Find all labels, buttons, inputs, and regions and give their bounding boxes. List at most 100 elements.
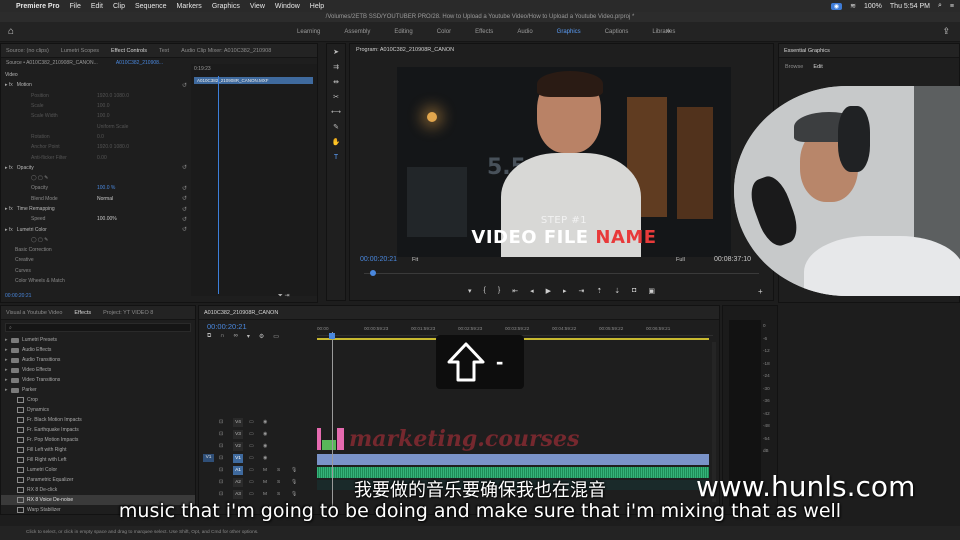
play-icon[interactable]: ▶ bbox=[546, 287, 551, 295]
mask-shape-icons[interactable]: ◯ ▢ ✎ bbox=[31, 237, 48, 243]
effect-row[interactable]: Opacity 100.0 % ↺ bbox=[1, 183, 189, 193]
reset-icon[interactable]: ↺ bbox=[182, 82, 187, 89]
effects-list-item[interactable]: Dynamics bbox=[1, 405, 195, 415]
track-name[interactable]: V1 bbox=[233, 453, 243, 463]
track-name[interactable]: A1 bbox=[233, 465, 243, 475]
effect-row[interactable]: Anchor Point 1920.0 1080.0 bbox=[1, 142, 189, 152]
fx-toggle-icon[interactable]: ▸ fx bbox=[5, 206, 13, 212]
effects-list-item[interactable]: Crop bbox=[1, 395, 195, 405]
share-icon[interactable]: ⇪ bbox=[942, 26, 950, 37]
tab-lumetri-scopes[interactable]: Lumetri Scopes bbox=[61, 48, 99, 54]
effect-row[interactable]: Basic Correction bbox=[1, 245, 189, 255]
mark-in-icon[interactable]: { bbox=[484, 287, 486, 295]
clock[interactable]: Thu 5:54 PM bbox=[890, 3, 930, 10]
timeline-timecode[interactable]: 00:00:20:21 bbox=[207, 322, 247, 331]
effect-row[interactable]: ▸ fx Time Remapping ↺ bbox=[1, 204, 189, 214]
app-menu[interactable]: Premiere Pro bbox=[16, 3, 60, 10]
effect-row-value[interactable]: 0.00 bbox=[97, 155, 107, 161]
reset-icon[interactable]: ↺ bbox=[182, 195, 187, 202]
export-frame-icon[interactable]: ◘ bbox=[632, 287, 636, 295]
sync-lock-icon[interactable]: ▭ bbox=[249, 444, 254, 449]
effect-row-value[interactable]: 100.0 % bbox=[97, 185, 115, 191]
hand-tool-icon[interactable]: ✋ bbox=[328, 137, 344, 149]
reset-icon[interactable]: ↺ bbox=[182, 164, 187, 171]
workspace-color[interactable]: Color bbox=[425, 22, 463, 42]
essential-graphics-title[interactable]: Essential Graphics bbox=[784, 48, 830, 54]
tab-sequence[interactable]: A010C382_210908R_CANON bbox=[204, 310, 278, 316]
search-icon[interactable]: ⌕ bbox=[938, 2, 942, 10]
lock-icon[interactable]: ⊡ bbox=[219, 456, 223, 461]
effect-row-value[interactable]: Uniform Scale bbox=[97, 124, 128, 130]
reset-icon[interactable]: ↺ bbox=[182, 216, 187, 223]
wifi-icon[interactable]: ≋ bbox=[850, 2, 856, 10]
tab-audio-clip-mixer[interactable]: Audio Clip Mixer: A010C382_210908 bbox=[181, 48, 271, 54]
track-name[interactable]: V3 bbox=[233, 429, 243, 439]
effects-list-item[interactable]: Fr. Pop Motion Impacts bbox=[1, 435, 195, 445]
effects-list-item[interactable]: Lumetri Color bbox=[1, 465, 195, 475]
reset-icon[interactable]: ↺ bbox=[182, 226, 187, 233]
graphic-clip[interactable] bbox=[322, 440, 336, 450]
mark-out-icon[interactable]: } bbox=[498, 287, 500, 295]
solo-icon[interactable]: S bbox=[277, 468, 280, 473]
program-timecode[interactable]: 00:00:20:21 bbox=[360, 256, 397, 263]
effect-row[interactable]: Scale 100.0 bbox=[1, 101, 189, 111]
effect-row[interactable]: Color Wheels & Match bbox=[1, 276, 189, 286]
go-to-out-icon[interactable]: ⇥ bbox=[579, 287, 585, 295]
ripple-edit-tool-icon[interactable]: ⇹ bbox=[328, 77, 344, 89]
battery-level[interactable]: 100% bbox=[864, 3, 882, 10]
resolution-select[interactable]: Full bbox=[676, 257, 685, 263]
program-title[interactable]: Program: A010C382_210908R_CANON bbox=[350, 44, 773, 56]
home-icon[interactable]: ⌂ bbox=[8, 26, 20, 38]
program-scrub-bar[interactable] bbox=[364, 273, 759, 274]
effects-list-item[interactable]: Fr. Black Motion Impacts bbox=[1, 415, 195, 425]
microphone-icon[interactable]: 🎙 bbox=[291, 468, 297, 473]
effect-row-value[interactable]: 1920.0 1080.0 bbox=[97, 144, 129, 150]
effect-row[interactable]: ◯ ▢ ✎ bbox=[1, 173, 189, 183]
effects-list-item[interactable]: Fr. Earthquake Impacts bbox=[1, 425, 195, 435]
track-name[interactable]: V2 bbox=[233, 441, 243, 451]
captions-icon[interactable]: ▭ bbox=[273, 333, 279, 340]
video-clip-v1[interactable] bbox=[317, 454, 709, 465]
effect-row[interactable]: Position 1920.0 1080.0 bbox=[1, 91, 189, 101]
more-workspaces-icon[interactable]: » bbox=[666, 26, 670, 35]
tab-edit[interactable]: Edit bbox=[813, 64, 822, 70]
sync-lock-icon[interactable]: ▭ bbox=[249, 468, 254, 473]
effects-list-item[interactable]: Fill Left with Right bbox=[1, 445, 195, 455]
workspace-effects[interactable]: Effects bbox=[463, 22, 505, 42]
eye-icon[interactable]: ◉ bbox=[263, 444, 267, 449]
control-center-icon[interactable]: ≡ bbox=[950, 3, 954, 10]
workspace-libraries[interactable]: Libraries bbox=[640, 22, 687, 42]
graphic-clip[interactable] bbox=[337, 428, 344, 450]
tab-project[interactable]: Project: YT VIDEO 8 bbox=[103, 310, 153, 316]
track-name[interactable]: V4 bbox=[233, 417, 243, 427]
effect-row[interactable]: Speed 100.00% ↺ bbox=[1, 214, 189, 224]
fx-toggle-icon[interactable]: ▸ fx bbox=[5, 227, 13, 233]
track-header[interactable]: ⊡ V2 ▭ ◉ bbox=[203, 440, 315, 452]
reset-icon[interactable]: ↺ bbox=[182, 206, 187, 213]
source-clip[interactable]: A010C382_210908... bbox=[116, 60, 163, 66]
step-back-icon[interactable]: ◂ bbox=[530, 287, 534, 295]
track-header[interactable]: ⊡ V3 ▭ ◉ bbox=[203, 428, 315, 440]
menu-clip[interactable]: Clip bbox=[113, 3, 125, 10]
tab-text[interactable]: Text bbox=[159, 48, 169, 54]
workspace-learning[interactable]: Learning bbox=[285, 22, 332, 42]
program-playhead[interactable] bbox=[370, 270, 376, 276]
effects-list-item[interactable]: ▸ Lumetri Presets bbox=[1, 335, 195, 345]
effect-row[interactable]: Video bbox=[1, 70, 189, 80]
effect-row[interactable]: Blend Mode Normal ↺ bbox=[1, 194, 189, 204]
razor-tool-icon[interactable]: ✂ bbox=[328, 92, 344, 104]
effects-list-item[interactable]: ▸ Audio Effects bbox=[1, 345, 195, 355]
settings-wrench-icon[interactable]: ⚙ bbox=[259, 333, 264, 340]
effect-row[interactable]: Creative bbox=[1, 255, 189, 265]
lock-icon[interactable]: ⊡ bbox=[219, 432, 223, 437]
effects-list-item[interactable]: ▸ Video Transitions bbox=[1, 375, 195, 385]
effects-list-item[interactable]: Fill Right with Left bbox=[1, 455, 195, 465]
filter-icon[interactable]: ⏷ ⇥ bbox=[278, 292, 290, 300]
reset-icon[interactable]: ↺ bbox=[182, 185, 187, 192]
extract-icon[interactable]: ⇣ bbox=[614, 287, 620, 295]
go-to-in-icon[interactable]: ⇤ bbox=[512, 287, 518, 295]
tab-effect-controls[interactable]: Effect Controls bbox=[111, 48, 147, 54]
timeline-playhead[interactable] bbox=[329, 333, 335, 339]
menu-sequence[interactable]: Sequence bbox=[135, 3, 167, 10]
effect-row[interactable]: Curves bbox=[1, 266, 189, 276]
